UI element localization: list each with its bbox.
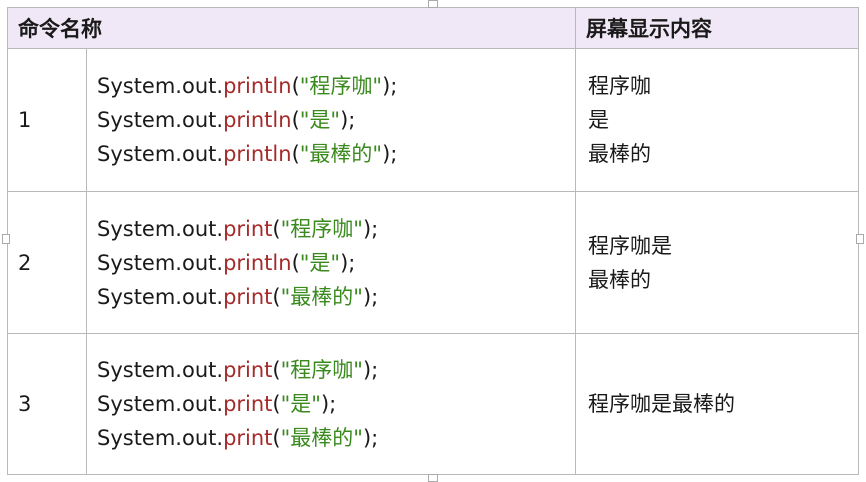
code-open: (	[291, 250, 300, 275]
code-line: System.out.print("是");	[97, 387, 575, 421]
code-string: "最棒的"	[299, 142, 383, 166]
code-close: );	[382, 142, 398, 166]
output-line: 最棒的	[588, 142, 651, 166]
resize-handle-top[interactable]	[428, 0, 438, 8]
code-line: System.out.print("最棒的");	[97, 280, 575, 314]
code-string: "程序咖"	[280, 358, 363, 382]
code-string: "最棒的"	[280, 284, 363, 309]
header-row: 命令名称 屏幕显示内容	[7, 7, 859, 49]
output-line: 程序咖是最棒的	[588, 392, 735, 416]
output-cell: 程序咖是最棒的	[575, 191, 859, 334]
output-cell: 程序咖是最棒的	[575, 333, 859, 475]
header-command-name: 命令名称	[7, 7, 576, 49]
code-cell: System.out.print("程序咖"); System.out.print…	[86, 191, 576, 334]
code-line: System.out.println("是");	[97, 246, 575, 280]
code-close: );	[362, 216, 379, 241]
code-open: (	[272, 358, 281, 382]
code-close: );	[362, 284, 379, 309]
code-method: print	[223, 426, 273, 450]
code-open: (	[272, 284, 281, 309]
code-string: "程序咖"	[299, 74, 383, 98]
code-open: (	[272, 392, 281, 416]
resize-handle-left[interactable]	[2, 234, 10, 244]
row-number: 3	[7, 333, 87, 475]
code-prefix: System.out.	[97, 284, 224, 309]
code-open: (	[291, 74, 300, 98]
code-string: "是"	[299, 250, 341, 275]
code-open: (	[272, 426, 281, 450]
command-table: 命令名称 屏幕显示内容 1 System.out.println("程序咖"); S…	[7, 7, 859, 475]
code-string: "最棒的"	[280, 426, 363, 450]
code-line: System.out.println("最棒的");	[97, 137, 575, 171]
code-method: print	[223, 284, 273, 309]
table-row: 1 System.out.println("程序咖"); System.out.pr…	[7, 48, 859, 192]
code-close: );	[362, 426, 379, 450]
code-close: );	[362, 358, 379, 382]
table-row: 2 System.out.print("程序咖"); System.out.prin…	[7, 191, 859, 334]
code-close: );	[340, 108, 356, 132]
code-open: (	[291, 108, 300, 132]
table-row: 3 System.out.print("程序咖"); System.out.prin…	[7, 333, 859, 475]
code-line: System.out.print("程序咖");	[97, 212, 575, 246]
code-cell: System.out.println("程序咖"); System.out.pri…	[86, 48, 576, 192]
code-prefix: System.out.	[97, 142, 224, 166]
code-close: );	[340, 250, 356, 275]
code-line: System.out.println("程序咖");	[97, 69, 575, 103]
output-line: 是	[588, 108, 609, 132]
code-line: System.out.println("是");	[97, 103, 575, 137]
code-method: println	[223, 250, 292, 275]
code-prefix: System.out.	[97, 250, 224, 275]
code-prefix: System.out.	[97, 216, 224, 241]
output-cell: 程序咖是最棒的	[575, 48, 859, 192]
row-number: 1	[7, 48, 87, 192]
code-method: print	[223, 216, 273, 241]
output-line: 最棒的	[588, 267, 651, 292]
resize-handle-bottom[interactable]	[428, 474, 438, 482]
code-line: System.out.print("最棒的");	[97, 421, 575, 455]
code-line: System.out.print("程序咖");	[97, 353, 575, 387]
code-method: println	[223, 74, 292, 98]
code-string: "程序咖"	[280, 216, 363, 241]
code-open: (	[272, 216, 281, 241]
code-prefix: System.out.	[97, 392, 224, 416]
code-method: print	[223, 392, 273, 416]
code-prefix: System.out.	[97, 358, 224, 382]
header-screen-output: 屏幕显示内容	[575, 7, 859, 49]
resize-handle-right[interactable]	[856, 234, 864, 244]
code-close: );	[382, 74, 398, 98]
code-prefix: System.out.	[97, 108, 224, 132]
output-line: 程序咖是	[588, 233, 672, 258]
code-prefix: System.out.	[97, 426, 224, 450]
code-cell: System.out.print("程序咖"); System.out.print…	[86, 333, 576, 475]
code-close: );	[320, 392, 337, 416]
output-line: 程序咖	[588, 74, 651, 98]
code-method: println	[223, 108, 292, 132]
code-string: "是"	[299, 108, 341, 132]
code-open: (	[291, 142, 300, 166]
code-method: println	[223, 142, 292, 166]
row-number: 2	[7, 191, 87, 334]
code-string: "是"	[280, 392, 321, 416]
code-method: print	[223, 358, 273, 382]
code-prefix: System.out.	[97, 74, 224, 98]
